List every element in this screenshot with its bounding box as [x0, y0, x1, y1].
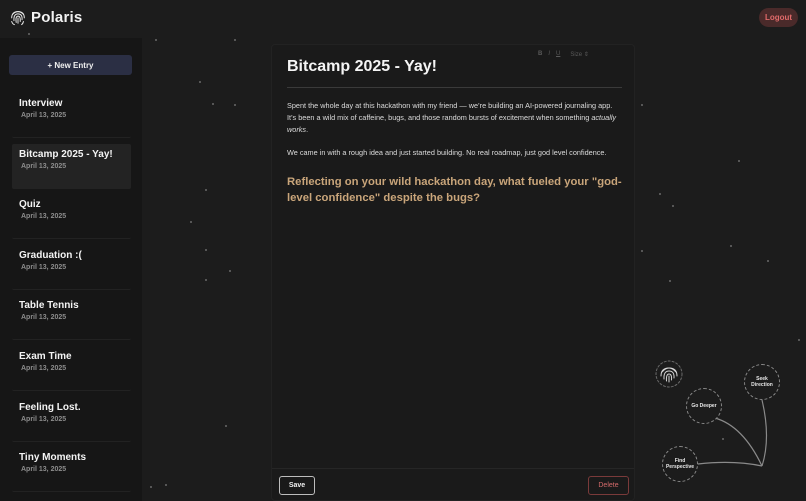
entry-title: Table Tennis: [19, 300, 79, 312]
entry-item-graduation[interactable]: Graduation :( April 13, 2025: [12, 245, 131, 290]
entry-date: April 13, 2025: [21, 466, 67, 474]
entry-title: Graduation :(: [19, 249, 82, 261]
body-paragraph: Spent the whole day at this hackathon wi…: [287, 101, 617, 134]
entry-title: Feeling Lost.: [19, 401, 81, 413]
entry-date: April 13, 2025: [21, 314, 67, 322]
app-logo[interactable]: Polaris: [9, 8, 82, 26]
entry-item-feeling-lost[interactable]: Feeling Lost. April 13, 2025: [12, 397, 131, 442]
format-toolbar: B I U Size ⇕: [538, 51, 589, 58]
entry-title: Quiz: [19, 199, 41, 211]
underline-button[interactable]: U: [556, 51, 560, 58]
direction-wheel: Seek Direction Go Deeper Find Perspectiv…: [655, 360, 806, 501]
font-size-select[interactable]: Size ⇕: [570, 51, 588, 58]
body-paragraph: We came in with a rough idea and just st…: [287, 148, 607, 157]
entry-date: April 13, 2025: [21, 415, 67, 423]
top-bar: Polaris Logout: [0, 0, 806, 38]
logout-button[interactable]: Logout: [759, 8, 798, 27]
app-name: Polaris: [31, 8, 83, 26]
new-entry-button[interactable]: + New Entry: [9, 55, 132, 75]
entry-item-quiz[interactable]: Quiz April 13, 2025: [12, 194, 131, 240]
bold-button[interactable]: B: [538, 51, 542, 58]
entry-list: Interview April 13, 2025 Bitcamp 2025 - …: [12, 93, 131, 498]
entry-body-editor[interactable]: Spent the whole day at this hackathon wi…: [287, 100, 617, 170]
footer-divider: [272, 468, 634, 469]
entry-title: Tiny Moments: [19, 452, 87, 464]
entry-title: Interview: [19, 98, 63, 109]
entry-item-exam-time[interactable]: Exam Time April 13, 2025: [12, 346, 131, 391]
go-deeper-button[interactable]: Go Deeper: [686, 388, 722, 424]
entry-date: April 13, 2025: [21, 263, 67, 271]
entry-title: Bitcamp 2025 - Yay!: [19, 148, 113, 160]
entry-item-interview[interactable]: Interview April 13, 2025: [12, 93, 131, 138]
entry-title: Exam Time: [19, 350, 72, 362]
seek-direction-button[interactable]: Seek Direction: [744, 364, 780, 400]
polaris-fingerprint-icon: [11, 11, 25, 26]
entry-date: April 13, 2025: [21, 364, 67, 372]
find-perspective-button[interactable]: Find Perspective: [662, 446, 698, 482]
entry-item-tiny-moments[interactable]: Tiny Moments April 13, 2025: [12, 447, 131, 493]
entry-item-table-tennis[interactable]: Table Tennis April 13, 2025: [12, 295, 131, 341]
delete-button[interactable]: Delete: [588, 476, 629, 495]
entry-item-bitcamp[interactable]: Bitcamp 2025 - Yay! April 13, 2025: [12, 143, 131, 189]
sidebar: + New Entry Interview April 13, 2025 Bit…: [0, 38, 142, 501]
entry-date: April 13, 2025: [21, 162, 67, 170]
fingerprint-icon[interactable]: [655, 360, 683, 388]
entry-title-input[interactable]: Bitcamp 2025 - Yay!: [287, 58, 622, 76]
save-button[interactable]: Save: [279, 476, 315, 495]
italic-button[interactable]: I: [548, 51, 550, 58]
journal-editor: B I U Size ⇕ Bitcamp 2025 - Yay! Spent t…: [271, 44, 635, 501]
reflection-prompt: Reflecting on your wild hackathon day, w…: [287, 176, 622, 204]
entry-date: April 13, 2025: [21, 213, 67, 221]
entry-date: April 13, 2025: [21, 112, 67, 119]
title-divider: [287, 87, 622, 88]
